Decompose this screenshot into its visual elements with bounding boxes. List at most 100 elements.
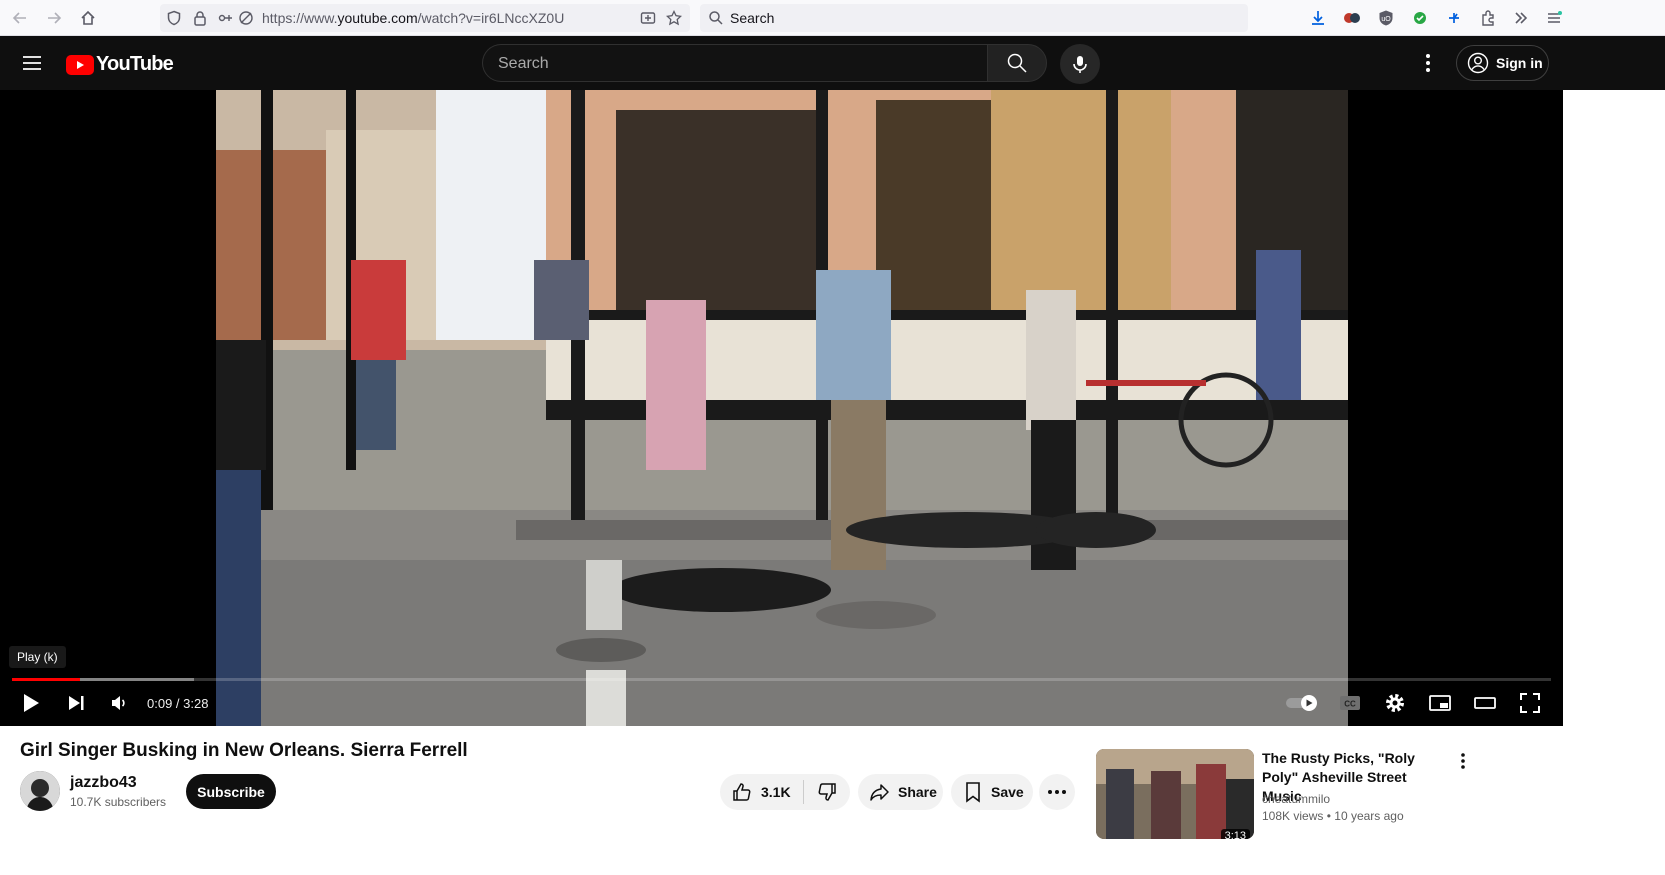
save-label: Save: [991, 784, 1024, 800]
progress-bar[interactable]: [12, 678, 1551, 681]
lock-icon[interactable]: [192, 10, 208, 26]
recommendation-age: 10 years ago: [1334, 809, 1404, 823]
search-icon: [1007, 53, 1027, 73]
guide-menu-icon[interactable]: [18, 50, 46, 76]
account-icon: [1467, 52, 1489, 74]
page-gutter: [1563, 90, 1665, 726]
theater-mode-button[interactable]: [1472, 690, 1498, 716]
fullscreen-icon: [1520, 693, 1540, 713]
downloads-icon[interactable]: [1307, 7, 1329, 29]
youtube-search-button[interactable]: [987, 44, 1047, 82]
time-display: 0:09 / 3:28: [147, 696, 208, 711]
url-bar[interactable]: https://www.youtube.com/watch?v=ir6LNccX…: [160, 4, 690, 32]
svg-text:CC: CC: [1344, 700, 1356, 709]
youtube-search-placeholder: Search: [498, 55, 549, 72]
share-button[interactable]: Share: [858, 774, 943, 810]
back-icon[interactable]: [8, 6, 32, 30]
browser-search-placeholder: Search: [730, 10, 775, 26]
play-icon: [24, 694, 39, 712]
youtube-logo[interactable]: YouTube: [66, 53, 174, 76]
microphone-icon: [1073, 56, 1087, 73]
recommendation-duration: 3:13: [1220, 829, 1250, 839]
extension-multicolor-icon[interactable]: [1341, 7, 1363, 29]
overflow-chevrons-icon[interactable]: [1510, 7, 1532, 29]
play-tooltip: Play (k): [9, 646, 66, 668]
like-button[interactable]: 3.1K: [720, 780, 804, 804]
next-button[interactable]: [63, 690, 89, 716]
fullscreen-button[interactable]: [1517, 690, 1543, 716]
youtube-search-input[interactable]: Search: [482, 44, 988, 82]
captions-icon: CC: [1340, 696, 1360, 710]
channel-name[interactable]: jazzbo43: [70, 774, 137, 792]
url-path: /watch?v=ir6LNccXZ0U: [417, 10, 565, 26]
more-actions-button[interactable]: [1039, 774, 1075, 810]
home-icon[interactable]: [76, 6, 100, 30]
gear-icon: [1386, 694, 1404, 712]
svg-text:uO: uO: [1381, 16, 1391, 23]
video-player[interactable]: Play (k) 0:09 / 3:28 CC: [0, 90, 1563, 726]
channel-avatar[interactable]: [20, 771, 60, 811]
recommendation-thumbnail-image: [1096, 749, 1254, 839]
volume-icon: [112, 696, 125, 710]
permissions-icon[interactable]: [218, 10, 234, 26]
share-arrow-icon: [870, 784, 889, 801]
url-text[interactable]: https://www.youtube.com/watch?v=ir6LNccX…: [262, 10, 564, 26]
url-prefix: https://www.: [262, 10, 338, 26]
video-scene: [216, 90, 1348, 726]
miniplayer-button[interactable]: [1427, 690, 1453, 716]
play-button[interactable]: [18, 690, 44, 716]
channel-avatar-image: [20, 771, 60, 811]
url-domain: youtube.com: [337, 10, 418, 26]
sign-in-button[interactable]: Sign in: [1456, 45, 1549, 81]
subscribe-button[interactable]: Subscribe: [186, 774, 276, 809]
recommendation-menu-icon[interactable]: [1452, 750, 1474, 772]
forward-icon[interactable]: [42, 6, 66, 30]
pin-extension-icon[interactable]: [1443, 7, 1465, 29]
share-label: Share: [898, 784, 937, 800]
save-button[interactable]: Save: [951, 774, 1033, 810]
next-icon: [69, 696, 84, 710]
subscriber-count: 10.7K subscribers: [70, 795, 167, 809]
autoplay-toggle[interactable]: [1284, 690, 1320, 716]
video-frame[interactable]: [216, 90, 1348, 726]
app-menu-icon[interactable]: [1543, 7, 1565, 29]
thumbs-down-icon: [818, 783, 836, 801]
thumbs-up-icon: [733, 783, 751, 801]
bookmark-star-icon[interactable]: [665, 9, 683, 26]
green-extension-icon[interactable]: [1409, 7, 1431, 29]
recommendation-thumbnail[interactable]: 3:13: [1096, 749, 1254, 839]
youtube-logo-text: YouTube: [96, 53, 174, 75]
like-dislike-group: 3.1K: [720, 774, 850, 810]
autoplay-toggle-icon: [1286, 695, 1317, 711]
bookmark-icon: [966, 782, 980, 803]
dislike-button[interactable]: [804, 781, 850, 803]
time-total: 3:28: [183, 696, 209, 711]
shield-icon[interactable]: [166, 10, 182, 26]
progress-played: [12, 678, 80, 681]
search-icon: [708, 10, 724, 26]
youtube-masthead: YouTube Search Sign in: [0, 36, 1665, 90]
ublock-shield-icon[interactable]: uO: [1375, 7, 1397, 29]
settings-kebab-icon[interactable]: [1416, 51, 1440, 75]
autoplay-blocked-icon[interactable]: [238, 10, 254, 26]
video-title: Girl Singer Busking in New Orleans. Sier…: [20, 740, 468, 761]
recommendation-channel[interactable]: cheatummilo: [1262, 792, 1330, 806]
browser-toolbar: https://www.youtube.com/watch?v=ir6LNccX…: [0, 0, 1665, 36]
extensions-puzzle-icon[interactable]: [1477, 7, 1499, 29]
voice-search-button[interactable]: [1060, 44, 1100, 84]
reader-view-icon[interactable]: [640, 10, 656, 26]
time-current: 0:09: [147, 696, 173, 711]
like-count: 3.1K: [761, 784, 791, 800]
time-separator: /: [172, 696, 184, 711]
recommendation-views: 108K views: [1262, 809, 1324, 823]
sign-in-label: Sign in: [1496, 55, 1543, 71]
browser-search-bar[interactable]: Search: [700, 4, 1248, 32]
captions-button[interactable]: CC: [1337, 690, 1363, 716]
mute-button[interactable]: [106, 690, 132, 716]
more-horizontal-icon: [1048, 790, 1066, 794]
youtube-play-badge-icon: [66, 54, 94, 75]
recommendation-meta: 108K views • 10 years ago: [1262, 809, 1404, 823]
settings-button[interactable]: [1382, 690, 1408, 716]
miniplayer-icon: [1429, 695, 1451, 711]
theater-icon: [1474, 697, 1496, 709]
